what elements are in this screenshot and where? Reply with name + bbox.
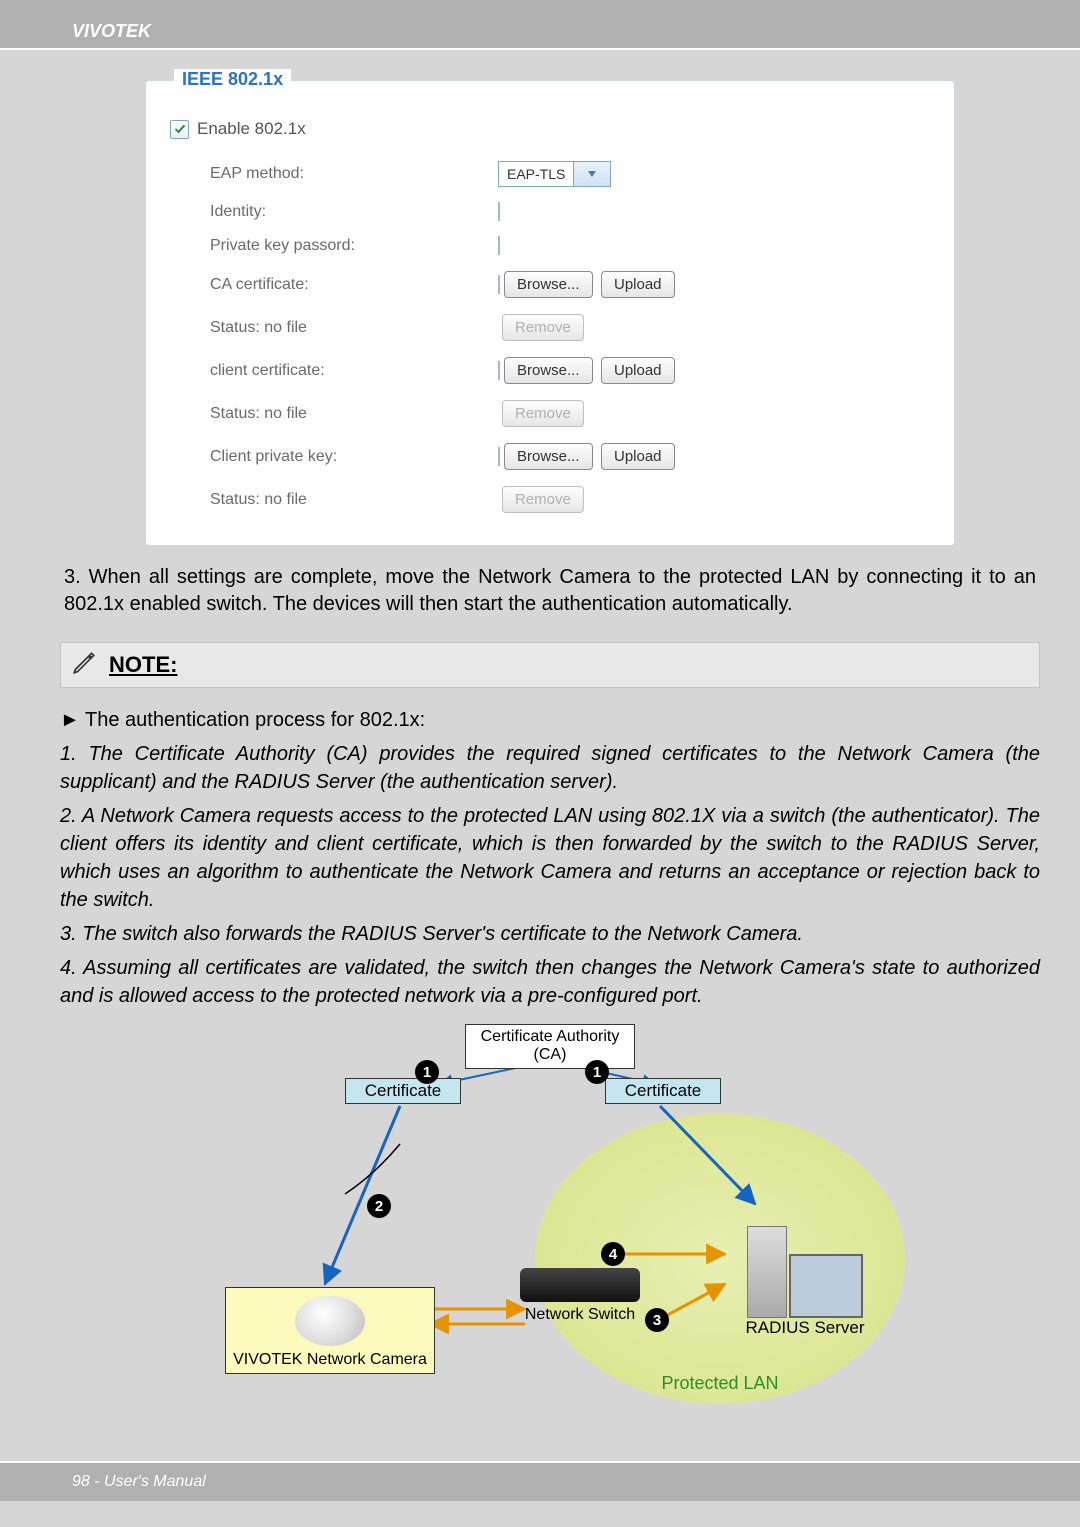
note-list: ► The authentication process for 802.1x:… (60, 706, 1040, 1010)
client-pk-upload-button[interactable]: Upload (601, 443, 675, 470)
content-area: IEEE 802.1x Enable 802.1x EAP method: EA… (0, 50, 1080, 1394)
private-key-password-label: Private key passord: (170, 229, 494, 263)
client-pk-status-label: Status: no file (170, 478, 494, 521)
instruction-3: 3. When all settings are complete, move … (60, 564, 1040, 632)
client-cert-path-input[interactable] (498, 361, 500, 380)
client-pk-remove-button[interactable]: Remove (502, 486, 584, 513)
private-key-password-input[interactable] (498, 236, 500, 255)
note-bar: NOTE: (60, 642, 1040, 688)
client-pk-browse-button[interactable]: Browse... (504, 443, 593, 470)
client-cert-upload-button[interactable]: Upload (601, 357, 675, 384)
note-4: 4. Assuming all certificates are validat… (60, 954, 1040, 1010)
identity-label: Identity: (170, 195, 494, 229)
client-cert-label: client certificate: (170, 349, 494, 392)
eap-method-label: EAP method: (170, 153, 494, 195)
footer-text: 98 - User's Manual (72, 1473, 206, 1491)
ca-upload-button[interactable]: Upload (601, 271, 675, 298)
client-cert-status-label: Status: no file (170, 392, 494, 435)
note-1: 1. The Certificate Authority (CA) provid… (60, 740, 1040, 796)
ca-status-label: Status: no file (170, 306, 494, 349)
panel-legend: IEEE 802.1x (174, 69, 291, 90)
ca-box: Certificate Authority (CA) (465, 1024, 635, 1069)
certificate-right: Certificate (605, 1078, 721, 1104)
ca-remove-button[interactable]: Remove (502, 314, 584, 341)
switch-icon (520, 1268, 640, 1302)
eap-method-value: EAP-TLS (499, 166, 573, 182)
step-1-badge-a: 1 (415, 1060, 439, 1084)
note-2: 2. A Network Camera requests access to t… (60, 802, 1040, 914)
enable-8021x-label: Enable 802.1x (197, 119, 306, 139)
network-switch: Network Switch (505, 1268, 655, 1324)
header-band: VIVOTEK (0, 0, 1080, 50)
client-pk-path-input[interactable] (498, 447, 500, 466)
certificate-left: Certificate (345, 1078, 461, 1104)
camera-icon (295, 1296, 365, 1346)
step-4-badge: 4 (601, 1242, 625, 1266)
brand-label: VIVOTEK (72, 21, 151, 42)
server-tower-icon (747, 1226, 787, 1318)
note-title: NOTE: (109, 652, 177, 678)
client-private-key-label: Client private key: (170, 435, 494, 478)
checkmark-icon (174, 123, 186, 135)
enable-8021x-row: Enable 802.1x (170, 119, 930, 139)
enable-8021x-checkbox[interactable] (170, 120, 189, 139)
chevron-down-icon (573, 162, 610, 186)
camera-label: VIVOTEK Network Camera (230, 1350, 430, 1369)
eap-method-select[interactable]: EAP-TLS (498, 161, 611, 187)
ca-certificate-label: CA certificate: (170, 263, 494, 306)
form-table: EAP method: EAP-TLS Identity: (170, 153, 930, 521)
identity-input[interactable] (498, 202, 500, 221)
note-3: 3. The switch also forwards the RADIUS S… (60, 920, 1040, 948)
step-2-badge: 2 (367, 1194, 391, 1218)
client-cert-browse-button[interactable]: Browse... (504, 357, 593, 384)
pencil-icon (71, 650, 97, 681)
ca-browse-button[interactable]: Browse... (504, 271, 593, 298)
ca-cert-path-input[interactable] (498, 275, 500, 294)
footer-band: 98 - User's Manual (0, 1461, 1080, 1501)
switch-label: Network Switch (505, 1306, 655, 1324)
note-bullet: ► The authentication process for 802.1x: (60, 709, 425, 731)
client-cert-remove-button[interactable]: Remove (502, 400, 584, 427)
step-1-badge-b: 1 (585, 1060, 609, 1084)
auth-diagram: Protected LAN (225, 1024, 875, 1394)
radius-label: RADIUS Server (725, 1318, 885, 1338)
radius-server: RADIUS Server (725, 1226, 885, 1338)
network-camera-box: VIVOTEK Network Camera (225, 1287, 435, 1374)
monitor-icon (789, 1254, 863, 1318)
page: VIVOTEK IEEE 802.1x Enable 802.1x EAP me… (0, 0, 1080, 1527)
ieee-8021x-panel: IEEE 802.1x Enable 802.1x EAP method: EA… (145, 80, 955, 546)
